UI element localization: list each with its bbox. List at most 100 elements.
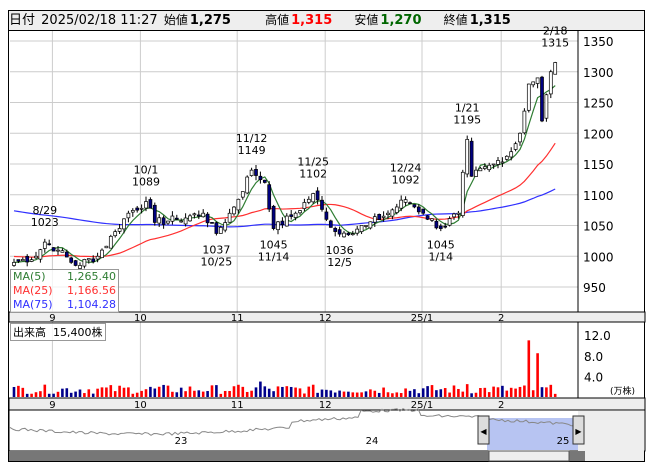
volume-bar (193, 390, 196, 397)
volume-bar (56, 391, 60, 397)
candle-body (38, 249, 43, 260)
candle-body (227, 212, 232, 223)
volume-bar (377, 392, 381, 397)
volume-bar (43, 384, 47, 397)
volume-bar (474, 392, 478, 397)
volume-bar (395, 392, 399, 397)
volume-bar (417, 393, 421, 397)
volume-bar (74, 391, 77, 397)
candle-body (218, 227, 223, 234)
volume-bar (113, 391, 117, 397)
volume-bar (69, 392, 73, 397)
candle-body (553, 62, 558, 75)
volume-bar (399, 393, 403, 397)
volume-bar (61, 388, 64, 397)
candle-body (25, 256, 30, 263)
volume-bar (448, 392, 451, 397)
volume-legend: 出来高 15,400株 (10, 323, 106, 341)
candle-body (240, 191, 245, 198)
candle-body (526, 83, 531, 111)
volume-bar (105, 387, 108, 397)
volume-bar (289, 386, 293, 397)
candle-body (346, 232, 351, 236)
x-tick-label: 25/1 (411, 313, 433, 324)
candle-body (161, 217, 166, 225)
y-tick-label: 950 (583, 281, 606, 295)
candle-body (192, 213, 197, 216)
volume-bar (232, 386, 236, 397)
candle-body (482, 166, 487, 169)
candle-body (540, 76, 544, 122)
candle-body (328, 220, 333, 228)
volume-bar (338, 390, 341, 397)
annotation-price: 1315 (541, 37, 569, 50)
candle-body (179, 220, 184, 223)
volume-bar (237, 384, 240, 397)
volume-bar (188, 386, 192, 397)
candle-body (104, 245, 109, 249)
candle-body (47, 243, 52, 246)
volume-bar (25, 393, 29, 397)
volume-bar (52, 393, 55, 397)
candle-body (399, 199, 404, 209)
candle-body (34, 255, 38, 259)
candle-body (284, 215, 289, 227)
candle-body (42, 241, 47, 249)
volume-bar (83, 393, 86, 397)
volume-bar (109, 385, 113, 397)
volume-bar (483, 387, 487, 397)
x-tick-label: 12 (319, 313, 332, 324)
volume-bar (364, 391, 368, 397)
candle-body (548, 71, 553, 95)
volume-bar (426, 386, 429, 397)
handle-arrow-icon: ◀ (480, 427, 487, 436)
candle-body (210, 222, 214, 224)
volume-bar (457, 388, 460, 397)
candle-body (434, 220, 439, 229)
stock-chart[interactable]: 1350130012501200115011001050100095099101… (0, 0, 653, 470)
candle-body (223, 222, 228, 231)
candle-body (315, 190, 320, 201)
volume-bar (30, 393, 33, 397)
volume-bar (496, 387, 500, 397)
volume-bar (135, 392, 139, 397)
candle-body (64, 251, 69, 258)
volume-bar (329, 390, 333, 397)
volume-bar (391, 393, 394, 397)
candle-body (130, 210, 135, 213)
volume-bar (303, 393, 306, 397)
scrollbar-thumb[interactable] (488, 450, 570, 462)
volume-bar (259, 381, 262, 397)
volume-bar (479, 388, 482, 397)
candle-body (56, 249, 60, 252)
candle-body (403, 199, 408, 203)
candle-body (425, 215, 430, 220)
y-tick-label: 1350 (583, 35, 614, 49)
volume-bar (382, 387, 385, 397)
navigator-year-label: 24 (366, 436, 379, 447)
candle-body (438, 225, 443, 229)
volume-bar (285, 386, 289, 397)
volume-bar (166, 385, 170, 397)
candle-body (139, 207, 144, 210)
volume-bar (215, 385, 218, 397)
y-tick-label: 1050 (583, 220, 614, 234)
annotation-price: 1102 (299, 168, 327, 181)
candle-body (267, 184, 272, 210)
candle-body (491, 163, 496, 166)
x-tick-label: 11 (231, 313, 244, 324)
volume-bar (549, 384, 553, 397)
candle-body (188, 215, 192, 222)
candle-body (148, 199, 153, 209)
volume-bar (536, 353, 539, 397)
volume-bar (78, 389, 82, 397)
candle-body (262, 179, 267, 183)
candle-body (258, 175, 263, 180)
candle-body (513, 143, 518, 150)
candle-body (196, 214, 201, 217)
volume-bar (518, 386, 522, 397)
volume-bar (65, 388, 69, 397)
volume-unit: (万株) (610, 385, 635, 397)
candle-body (364, 225, 368, 227)
volume-bar (118, 385, 121, 397)
